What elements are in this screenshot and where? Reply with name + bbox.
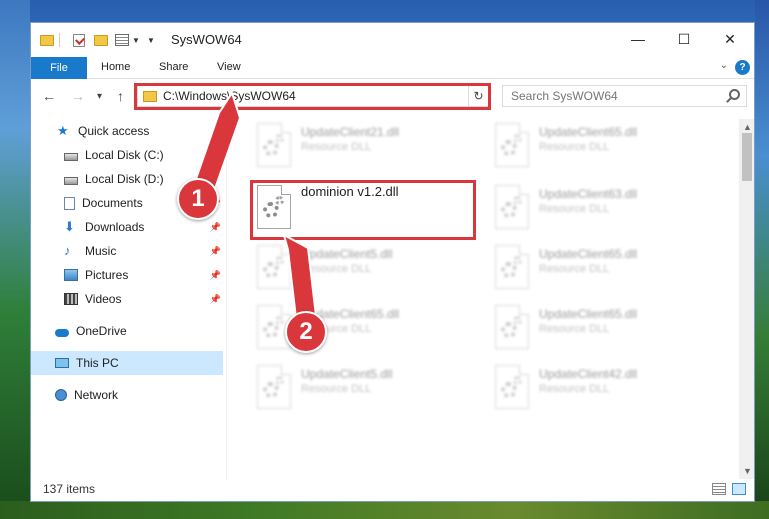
- callout-number-2: 2: [285, 311, 327, 353]
- annotation-arrows: [188, 90, 318, 320]
- arrow-2: [282, 233, 318, 320]
- callout-number-1: 1: [177, 178, 219, 220]
